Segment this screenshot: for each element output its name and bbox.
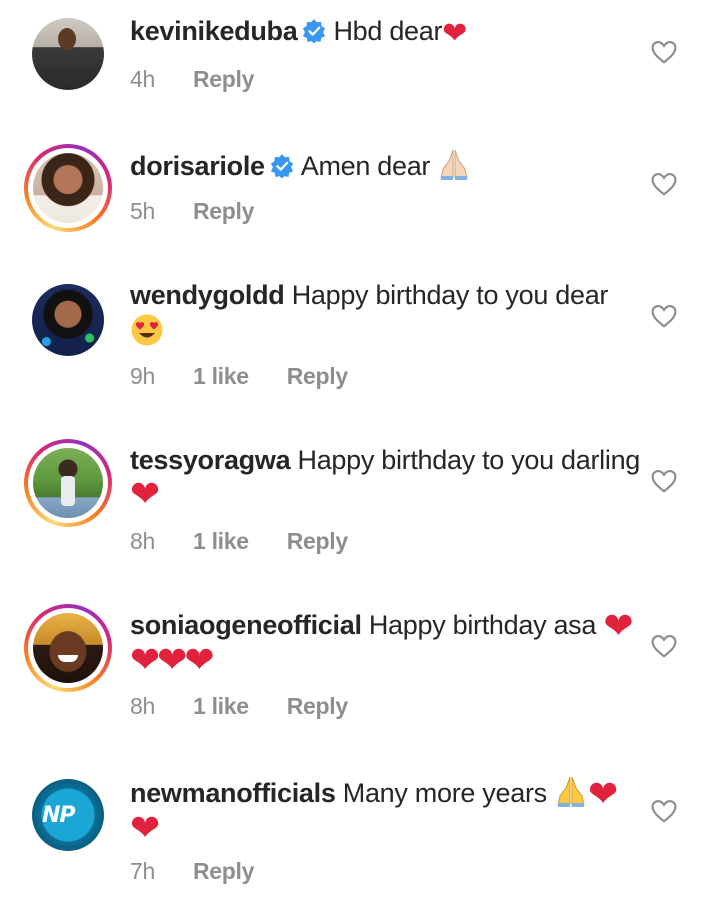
avatar[interactable]: [24, 10, 112, 98]
like-heart-icon[interactable]: [651, 172, 677, 196]
heart-eyes-icon: [131, 314, 163, 346]
comment-time: 8h: [130, 528, 155, 554]
comment-time: 7h: [130, 858, 155, 884]
heart-icon: ❤: [588, 774, 618, 815]
like-heart-icon[interactable]: [651, 469, 677, 493]
comment-username[interactable]: wendygoldd: [130, 280, 285, 310]
avatar[interactable]: NP: [24, 771, 112, 859]
heart-icon: ❤: [442, 16, 467, 51]
comment-meta: 8h 1 like Reply: [130, 528, 386, 555]
like-heart-icon[interactable]: [651, 634, 677, 658]
comment-username[interactable]: newmanofficials: [130, 778, 336, 808]
heart-icon: ❤: [603, 606, 633, 647]
reply-button[interactable]: Reply: [193, 858, 254, 884]
heart-icon: ❤: [130, 640, 160, 681]
avatar[interactable]: [24, 604, 112, 692]
comment-text: Hbd dear: [333, 16, 443, 46]
comment-text: Amen dear: [300, 151, 431, 181]
reply-button[interactable]: Reply: [287, 363, 348, 389]
comment-username[interactable]: soniaogeneofficial: [130, 610, 362, 640]
avatar[interactable]: [24, 439, 112, 527]
reply-button[interactable]: Reply: [193, 198, 254, 224]
comment-text: Happy birthday to you darling: [297, 445, 641, 475]
verified-badge-icon: [270, 154, 293, 179]
comment-username[interactable]: dorisariole: [130, 151, 265, 181]
heart-icon: ❤: [157, 640, 187, 681]
comment-meta: 5h Reply: [130, 198, 292, 225]
like-count[interactable]: 1 like: [193, 528, 249, 554]
like-heart-icon[interactable]: [651, 304, 677, 328]
comment-meta: 4h Reply: [130, 66, 292, 93]
comment-username[interactable]: tessyoragwa: [130, 445, 291, 475]
comment-text: Happy birthday asa: [368, 610, 597, 640]
like-heart-icon[interactable]: [651, 799, 677, 823]
avatar[interactable]: [24, 276, 112, 364]
reply-button[interactable]: Reply: [287, 528, 348, 554]
like-count[interactable]: 1 like: [193, 363, 249, 389]
comment-text: Many more years: [342, 778, 547, 808]
comment-time: 9h: [130, 363, 155, 389]
verified-badge-icon: [303, 19, 326, 44]
like-heart-icon[interactable]: [651, 40, 677, 64]
comment-meta: 8h 1 like Reply: [130, 693, 386, 720]
comment-time: 5h: [130, 198, 155, 224]
comment-text: Happy birthday to you dear: [291, 280, 609, 310]
comment-time: 8h: [130, 693, 155, 719]
comment-meta: 7h Reply: [130, 858, 292, 885]
heart-icon: ❤: [130, 474, 160, 515]
like-count[interactable]: 1 like: [193, 693, 249, 719]
comment-meta: 9h 1 like Reply: [130, 363, 386, 390]
avatar[interactable]: [24, 144, 112, 232]
comment-username[interactable]: kevinikeduba: [130, 16, 298, 46]
reply-button[interactable]: Reply: [193, 66, 254, 92]
praying-hands-icon: [440, 149, 468, 180]
praying-hands-icon: [557, 776, 585, 807]
heart-icon: ❤: [130, 808, 160, 849]
avatar-logo: NP: [42, 803, 76, 828]
reply-button[interactable]: Reply: [287, 693, 348, 719]
comment-time: 4h: [130, 66, 155, 92]
heart-icon: ❤: [184, 640, 214, 681]
